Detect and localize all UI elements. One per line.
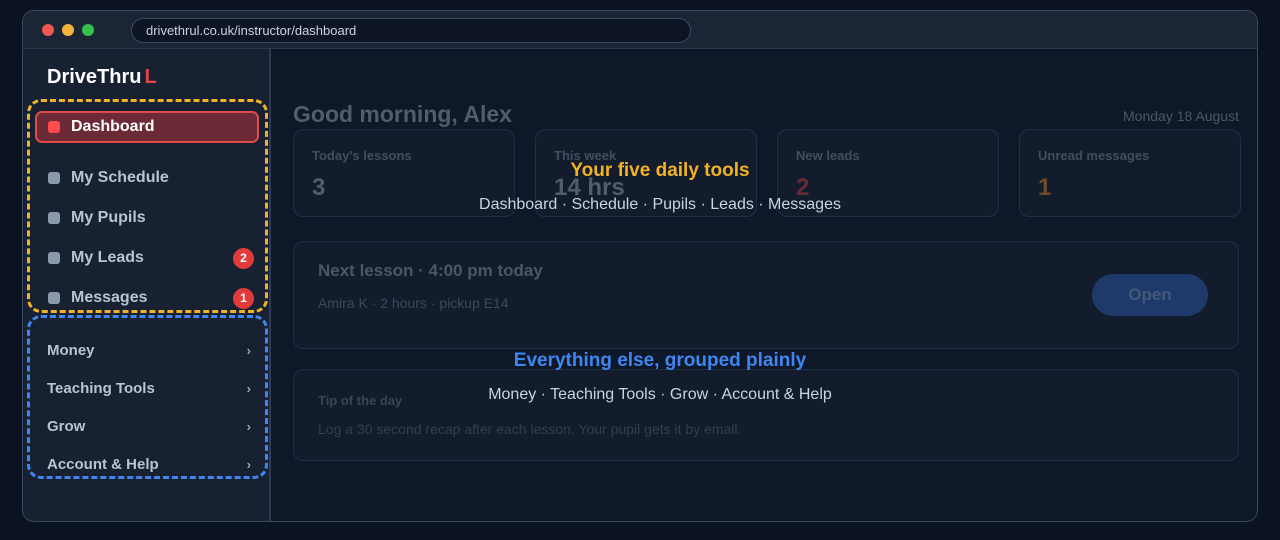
sidebar-group-label: Grow: [47, 418, 86, 435]
sidebar-item-my-pupils[interactable]: My Pupils: [35, 202, 259, 234]
stat-value: 1: [1038, 174, 1052, 201]
tip-body: Log a 30 second recap after each lesson.…: [318, 421, 742, 437]
chevron-right-icon: ›: [246, 381, 251, 396]
stat-label: Unread messages: [1038, 148, 1150, 163]
sidebar-item-my-leads[interactable]: My Leads 2: [35, 242, 259, 274]
sidebar-item-label: My Leads: [71, 249, 144, 266]
sidebar-group-label: Account & Help: [47, 456, 159, 473]
leads-count-badge: 2: [233, 248, 254, 269]
stat-card-unread-messages[interactable]: Unread messages 1: [1019, 129, 1241, 217]
sidebar-group-teaching-tools[interactable]: Teaching Tools ›: [47, 377, 255, 401]
open-lesson-button[interactable]: Open: [1092, 274, 1208, 316]
chevron-right-icon: ›: [246, 419, 251, 434]
sidebar-group-label: Teaching Tools: [47, 380, 155, 397]
logo-text: DriveThru: [47, 66, 142, 88]
sidebar-item-label: My Pupils: [71, 209, 146, 226]
secondary-groups-annotation-subtitle: Money · Teaching Tools · Grow · Account …: [488, 386, 832, 403]
sidebar-item-messages[interactable]: Messages 1: [35, 282, 259, 314]
sidebar-group-money[interactable]: Money ›: [47, 339, 255, 363]
sidebar-item-label: Messages: [71, 289, 148, 306]
close-window-button[interactable]: [42, 24, 54, 36]
sidebar-item-my-schedule[interactable]: My Schedule: [35, 162, 259, 194]
sidebar-group-account-help[interactable]: Account & Help ›: [47, 453, 255, 477]
schedule-icon: [48, 172, 60, 184]
sidebar-group-label: Money: [47, 342, 95, 359]
next-lesson-card: Next lesson · 4:00 pm today Amira K · 2 …: [293, 241, 1239, 349]
maximize-window-button[interactable]: [82, 24, 94, 36]
current-date: Monday 18 August: [1123, 108, 1239, 124]
sidebar: DriveThru L Dashboard My Schedule My Pupi…: [23, 49, 271, 521]
title-bar: drivethrul.co.uk/instructor/dashboard: [23, 11, 1257, 49]
main-content: Good morning, Alex Monday 18 August Toda…: [273, 49, 1257, 521]
pupils-icon: [48, 212, 60, 224]
secondary-groups-annotation-title: Everything else, grouped plainly: [513, 350, 807, 371]
page-title: Good morning, Alex: [293, 101, 512, 127]
messages-icon: [48, 292, 60, 304]
minimize-window-button[interactable]: [62, 24, 74, 36]
browser-window: drivethrul.co.uk/instructor/dashboard Dr…: [22, 10, 1258, 522]
url-bar[interactable]: drivethrul.co.uk/instructor/dashboard: [131, 18, 691, 43]
chevron-right-icon: ›: [246, 343, 251, 358]
leads-icon: [48, 252, 60, 264]
primary-tools-annotation-title: Your five daily tools: [570, 160, 750, 181]
sidebar-item-label: Dashboard: [71, 118, 155, 135]
next-lesson-details: Amira K · 2 hours · pickup E14: [318, 295, 509, 311]
sidebar-group-grow[interactable]: Grow ›: [47, 415, 255, 439]
logo[interactable]: DriveThru L: [47, 66, 157, 89]
sidebar-item-dashboard[interactable]: Dashboard: [35, 111, 259, 143]
tip-card: Tip of the day Log a 30 second recap aft…: [293, 369, 1239, 461]
next-lesson-title: Next lesson · 4:00 pm today: [318, 261, 543, 280]
chevron-right-icon: ›: [246, 457, 251, 472]
sidebar-item-label: My Schedule: [71, 169, 169, 186]
primary-tools-annotation-subtitle: Dashboard · Schedule · Pupils · Leads · …: [479, 196, 841, 213]
dashboard-icon: [48, 121, 60, 133]
messages-count-badge: 1: [233, 288, 254, 309]
logo-accent: L: [144, 66, 157, 88]
